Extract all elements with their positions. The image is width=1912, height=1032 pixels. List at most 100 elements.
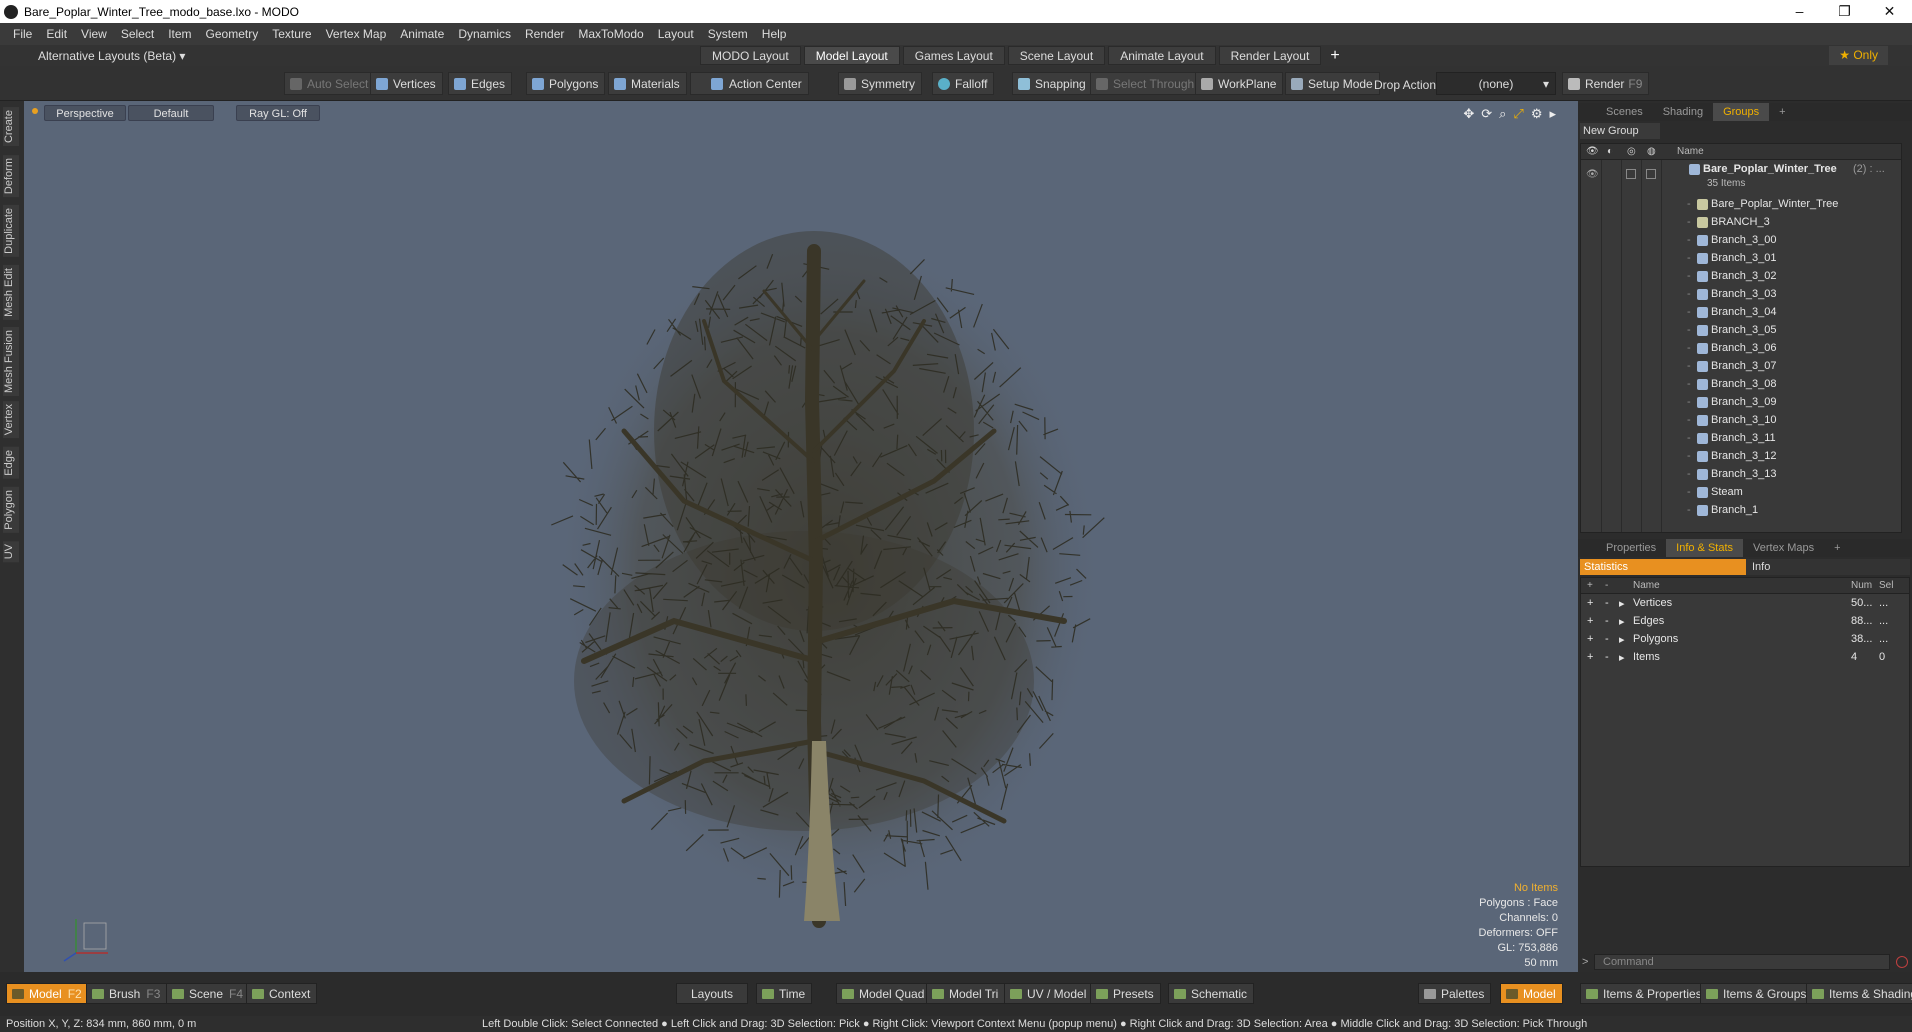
group-item-row[interactable]: - Branch_3_09 xyxy=(1581,394,1901,412)
expand-icon[interactable]: + xyxy=(1587,633,1593,645)
checkbox-icon[interactable] xyxy=(1646,169,1656,179)
menu-vertex-map[interactable]: Vertex Map xyxy=(319,27,394,41)
minimize-button[interactable]: – xyxy=(1777,3,1822,20)
group-item-row[interactable]: - Branch_3_03 xyxy=(1581,286,1901,304)
group-item-row[interactable]: - BRANCH_3 xyxy=(1581,214,1901,232)
name-column-header[interactable]: Name xyxy=(1677,146,1704,157)
tab-create[interactable]: Create xyxy=(3,107,19,147)
expand-icon[interactable]: + xyxy=(1587,597,1593,609)
expand-icon[interactable]: + xyxy=(1587,615,1593,627)
context-button[interactable]: Context xyxy=(246,983,318,1004)
stat-row[interactable]: + - ▸ Edges 88...... xyxy=(1581,613,1909,631)
lock-icon[interactable]: ◎ xyxy=(1627,146,1636,157)
model-mode-button[interactable]: Model F2 xyxy=(6,983,89,1004)
falloff-button[interactable]: Falloff xyxy=(932,72,995,95)
layouts-button[interactable]: Layouts xyxy=(676,983,749,1004)
statistics-tab[interactable]: Statistics xyxy=(1580,559,1746,575)
visibility-icon[interactable]: 👁 xyxy=(1586,169,1599,180)
alternative-layouts-dropdown[interactable]: Alternative Layouts (Beta) ▾ xyxy=(0,49,700,63)
group-item-row[interactable]: - Branch_3_12 xyxy=(1581,448,1901,466)
tab-properties[interactable]: Properties xyxy=(1596,539,1666,557)
menu-animate[interactable]: Animate xyxy=(393,27,451,41)
collapse-icon[interactable]: - xyxy=(1605,633,1609,645)
tab-mesh-fusion[interactable]: Mesh Fusion xyxy=(3,327,19,396)
workplane-button[interactable]: WorkPlane xyxy=(1195,72,1284,95)
group-item-row[interactable]: - Branch_3_04 xyxy=(1581,304,1901,322)
command-input[interactable]: Command xyxy=(1594,954,1890,970)
group-item-row[interactable]: - Branch_1 xyxy=(1581,502,1901,520)
menu-geometry[interactable]: Geometry xyxy=(199,27,266,41)
stat-row[interactable]: + - ▸ Vertices 50...... xyxy=(1581,595,1909,613)
add-layout-button[interactable]: + xyxy=(1330,47,1339,65)
collapse-icon[interactable]: - xyxy=(1605,615,1609,627)
tab-modo-layout[interactable]: MODO Layout xyxy=(700,46,801,65)
menu-help[interactable]: Help xyxy=(755,27,794,41)
menu-view[interactable]: View xyxy=(74,27,114,41)
collapse-icon[interactable]: - xyxy=(1605,597,1609,609)
menu-edit[interactable]: Edit xyxy=(39,27,74,41)
stat-row[interactable]: + - ▸ Items 4 0 xyxy=(1581,649,1909,667)
tab-model-layout[interactable]: Model Layout xyxy=(803,46,900,65)
edges-button[interactable]: Edges xyxy=(448,72,513,95)
add-tab-icon[interactable]: + xyxy=(1824,539,1850,557)
group-item-row[interactable]: - Branch_3_05 xyxy=(1581,322,1901,340)
items-properties-button[interactable]: Items & Properties xyxy=(1580,983,1709,1004)
tab-edge[interactable]: Edge xyxy=(3,447,19,479)
group-item-row[interactable]: - Steam xyxy=(1581,484,1901,502)
vertices-button[interactable]: Vertices xyxy=(370,72,443,95)
symmetry-button[interactable]: Symmetry xyxy=(838,72,922,95)
menu-system[interactable]: System xyxy=(701,27,755,41)
menu-file[interactable]: File xyxy=(6,27,39,41)
group-item-row[interactable]: - Branch_3_13 xyxy=(1581,466,1901,484)
disclosure-icon[interactable]: ▸ xyxy=(1619,651,1625,664)
auto-select-button[interactable]: Auto Select xyxy=(284,72,376,95)
add-tab-icon[interactable]: + xyxy=(1769,103,1795,121)
group-item-row[interactable]: - Bare_Poplar_Winter_Tree xyxy=(1581,196,1901,214)
maximize-button[interactable]: ❐ xyxy=(1822,3,1867,20)
tab-info-stats[interactable]: Info & Stats xyxy=(1666,539,1744,557)
checkbox-icon[interactable] xyxy=(1626,169,1636,179)
group-item-row[interactable]: - Branch_3_01 xyxy=(1581,250,1901,268)
menu-render[interactable]: Render xyxy=(518,27,571,41)
select-through-button[interactable]: Select Through xyxy=(1090,72,1202,95)
tab-mesh-edit[interactable]: Mesh Edit xyxy=(3,265,19,320)
tab-groups[interactable]: Groups xyxy=(1713,103,1770,121)
group-item-row[interactable]: - Branch_3_07 xyxy=(1581,358,1901,376)
tab-games-layout[interactable]: Games Layout xyxy=(902,46,1005,65)
setup-mode-button[interactable]: Setup Mode xyxy=(1285,72,1380,95)
tab-uv[interactable]: UV xyxy=(3,541,19,563)
3d-viewport[interactable]: Perspective Default Ray GL: Off ✥ ⟳ ⌕ ⤢ … xyxy=(24,101,1578,972)
collapse-all-icon[interactable]: - xyxy=(1605,580,1608,591)
group-item-row[interactable]: - Branch_3_08 xyxy=(1581,376,1901,394)
group-item-row[interactable]: - Branch_3_11 xyxy=(1581,430,1901,448)
menu-select[interactable]: Select xyxy=(114,27,161,41)
render-button[interactable]: Render F9 xyxy=(1562,72,1650,95)
menu-layout[interactable]: Layout xyxy=(651,27,701,41)
items-shading-button[interactable]: Items & Shading xyxy=(1806,983,1912,1004)
uv-model-button[interactable]: UV / Model xyxy=(1004,983,1094,1004)
model-layout-button[interactable]: Model xyxy=(1500,983,1563,1004)
expand-icon[interactable]: + xyxy=(1587,651,1593,663)
collapse-icon[interactable]: - xyxy=(1605,651,1609,663)
drop-action-select[interactable]: (none) ▾ xyxy=(1436,72,1556,95)
palettes-button[interactable]: Palettes xyxy=(1418,983,1492,1004)
stat-sel-header[interactable]: Sel xyxy=(1879,580,1893,591)
tab-render-layout[interactable]: Render Layout xyxy=(1218,46,1322,65)
menu-maxtomodo[interactable]: MaxToModo xyxy=(571,27,650,41)
tab-vertex-maps[interactable]: Vertex Maps xyxy=(1743,539,1824,557)
brush-mode-button[interactable]: Brush F3 xyxy=(86,983,168,1004)
menu-item[interactable]: Item xyxy=(161,27,198,41)
schematic-button[interactable]: Schematic xyxy=(1168,983,1255,1004)
stat-row[interactable]: + - ▸ Polygons 38...... xyxy=(1581,631,1909,649)
disclosure-icon[interactable]: ▸ xyxy=(1619,633,1625,646)
disclosure-icon[interactable]: ▸ xyxy=(1619,615,1625,628)
new-group-button[interactable]: New Group xyxy=(1580,123,1660,139)
close-button[interactable]: ✕ xyxy=(1867,3,1912,20)
menu-texture[interactable]: Texture xyxy=(265,27,318,41)
tab-polygon[interactable]: Polygon xyxy=(3,487,19,533)
select-icon[interactable]: ◍ xyxy=(1647,146,1656,157)
disclosure-icon[interactable]: ▸ xyxy=(1619,597,1625,610)
polygons-button[interactable]: Polygons xyxy=(526,72,606,95)
tab-scene-layout[interactable]: Scene Layout xyxy=(1007,46,1106,65)
snapping-button[interactable]: Snapping xyxy=(1012,72,1093,95)
